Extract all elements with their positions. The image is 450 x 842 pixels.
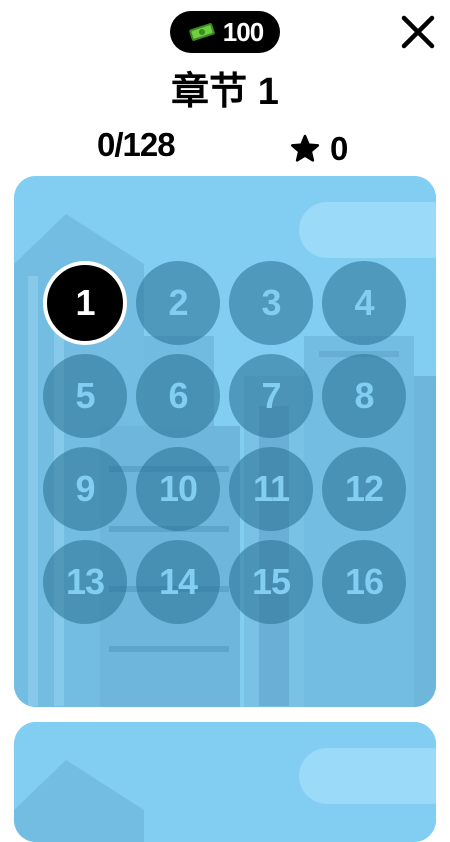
level-button[interactable]: 13 — [43, 540, 127, 624]
level-button[interactable]: 5 — [43, 354, 127, 438]
level-button[interactable]: 11 — [229, 447, 313, 531]
level-button[interactable]: 15 — [229, 540, 313, 624]
level-button[interactable]: 6 — [136, 354, 220, 438]
level-button[interactable]: 12 — [322, 447, 406, 531]
next-chapter-card[interactable] — [14, 722, 436, 842]
level-button[interactable]: 4 — [322, 261, 406, 345]
city-background — [14, 722, 436, 842]
star-count: 0 — [330, 130, 349, 167]
close-icon — [401, 15, 435, 49]
chapter-title: 章节 1 — [171, 71, 279, 113]
chapter-stats: 0/128 0 — [0, 124, 450, 168]
level-button[interactable]: 3 — [229, 261, 313, 345]
currency-value: 100 — [222, 16, 264, 47]
star-icon — [290, 134, 320, 162]
level-button[interactable]: 7 — [229, 354, 313, 438]
close-button[interactable] — [398, 12, 438, 52]
chapter-card: 1 2 3 4 5 6 7 8 9 10 11 12 13 14 15 16 — [14, 176, 436, 707]
cash-icon — [189, 23, 215, 41]
level-button[interactable]: 10 — [136, 447, 220, 531]
level-progress: 0/128 — [97, 126, 176, 163]
level-button[interactable]: 14 — [136, 540, 220, 624]
level-grid: 1 2 3 4 5 6 7 8 9 10 11 12 13 14 15 16 — [14, 176, 436, 707]
level-button[interactable]: 2 — [136, 261, 220, 345]
level-button-current[interactable]: 1 — [43, 261, 127, 345]
level-button[interactable]: 16 — [322, 540, 406, 624]
currency-pill: 100 — [170, 11, 280, 53]
star-counter: 0 — [290, 130, 348, 168]
level-button[interactable]: 9 — [43, 447, 127, 531]
level-button[interactable]: 8 — [322, 354, 406, 438]
